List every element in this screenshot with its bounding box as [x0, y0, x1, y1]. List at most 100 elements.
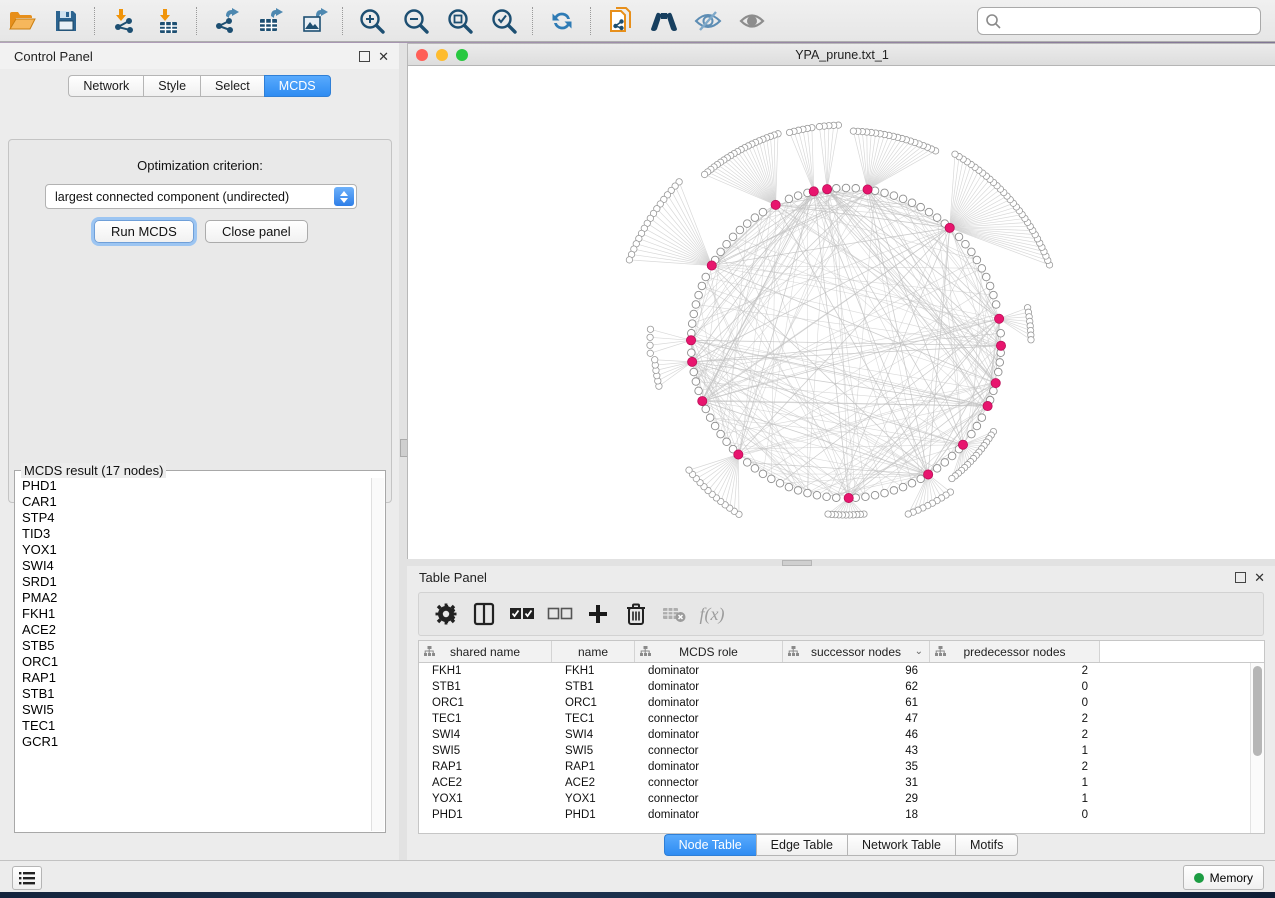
table-cell — [1100, 743, 1251, 759]
mcds-result-item[interactable]: CAR1 — [16, 494, 372, 510]
table-row[interactable]: STB1STB1dominator620 — [419, 679, 1251, 695]
mcds-result-item[interactable]: FKH1 — [16, 606, 372, 622]
tab-style[interactable]: Style — [143, 75, 200, 97]
tab-select[interactable]: Select — [200, 75, 264, 97]
add-column-icon[interactable] — [583, 599, 613, 629]
search-network-icon[interactable] — [649, 6, 679, 36]
table-cell: dominator — [635, 695, 783, 711]
mcds-list-scrollbar[interactable] — [371, 478, 384, 831]
table-cell: 2 — [930, 711, 1100, 727]
delete-column-trash-icon[interactable] — [621, 599, 651, 629]
mcds-result-item[interactable]: TID3 — [16, 526, 372, 542]
table-cell: connector — [635, 775, 783, 791]
show-all-eye-icon[interactable] — [737, 6, 767, 36]
table-cell: ORC1 — [552, 695, 635, 711]
mcds-result-item[interactable]: PMA2 — [16, 590, 372, 606]
column-header-successor-nodes[interactable]: successor nodes⌄ — [783, 641, 930, 662]
memory-button[interactable]: Memory — [1183, 865, 1264, 890]
table-cell — [1100, 679, 1251, 695]
export-image-icon[interactable] — [299, 6, 329, 36]
float-window-icon[interactable] — [359, 51, 370, 62]
mcds-result-item[interactable]: TEC1 — [16, 718, 372, 734]
zoom-selected-icon[interactable] — [489, 6, 519, 36]
cytoscape-app: Control Panel ✕ NetworkStyleSelectMCDS O… — [0, 0, 1275, 898]
table-row[interactable]: RAP1RAP1dominator352 — [419, 759, 1251, 775]
mcds-result-item[interactable]: STB1 — [16, 686, 372, 702]
column-header-shared-name[interactable]: shared name — [419, 641, 552, 662]
export-table-icon[interactable] — [255, 6, 285, 36]
table-scrollbar-thumb[interactable] — [1253, 666, 1262, 756]
close-panel-icon[interactable]: ✕ — [378, 50, 389, 63]
mcds-result-item[interactable]: ORC1 — [16, 654, 372, 670]
column-header-predecessor-nodes[interactable]: predecessor nodes — [930, 641, 1100, 662]
table-row[interactable]: ACE2ACE2connector311 — [419, 775, 1251, 791]
tab-network[interactable]: Network — [68, 75, 143, 97]
deselect-all-icon[interactable] — [545, 599, 575, 629]
refresh-icon[interactable] — [547, 6, 577, 36]
mcds-result-item[interactable]: GCR1 — [16, 734, 372, 750]
table-tab-edge-table[interactable]: Edge Table — [756, 834, 847, 856]
close-panel-button[interactable]: Close panel — [205, 220, 308, 243]
table-tab-motifs[interactable]: Motifs — [955, 834, 1018, 856]
network-window-titlebar[interactable]: YPA_prune.txt_1 — [408, 44, 1275, 66]
mcds-result-list[interactable]: PHD1CAR1STP4TID3YOX1SWI4SRD1PMA2FKH1ACE2… — [16, 478, 372, 831]
mcds-result-item[interactable]: ACE2 — [16, 622, 372, 638]
import-network-icon[interactable] — [109, 6, 139, 36]
table-cell: dominator — [635, 663, 783, 679]
save-icon[interactable] — [51, 6, 81, 36]
zoom-out-icon[interactable] — [401, 6, 431, 36]
mcds-result-item[interactable]: RAP1 — [16, 670, 372, 686]
close-panel-icon[interactable]: ✕ — [1254, 571, 1265, 584]
mcds-result-item[interactable]: SWI4 — [16, 558, 372, 574]
import-table-icon[interactable] — [153, 6, 183, 36]
table-panel: Table Panel ✕ — [407, 566, 1275, 860]
vertical-splitter[interactable] — [399, 43, 407, 860]
table-tab-node-table[interactable]: Node Table — [664, 834, 756, 856]
table-panel-title: Table Panel — [419, 570, 487, 585]
float-window-icon[interactable] — [1235, 572, 1246, 583]
table-row[interactable]: TEC1TEC1connector472 — [419, 711, 1251, 727]
mcds-result-item[interactable]: PHD1 — [16, 478, 372, 494]
function-builder-icon[interactable]: f(x) — [697, 599, 727, 629]
mcds-result-item[interactable]: STB5 — [16, 638, 372, 654]
column-layout-icon[interactable] — [469, 599, 499, 629]
optimization-select[interactable]: largest connected component (undirected) — [45, 184, 357, 209]
settings-gear-icon[interactable] — [431, 599, 461, 629]
column-header-MCDS-role[interactable]: MCDS role — [635, 641, 783, 662]
desktop-wallpaper-bottom — [0, 891, 1275, 898]
select-all-icon[interactable] — [507, 599, 537, 629]
table-row[interactable]: SWI5SWI5connector431 — [419, 743, 1251, 759]
horizontal-splitter[interactable] — [407, 559, 1275, 566]
mcds-result-item[interactable]: STP4 — [16, 510, 372, 526]
table-row[interactable]: ORC1ORC1dominator610 — [419, 695, 1251, 711]
show-panels-list-button[interactable] — [12, 866, 42, 890]
delete-table-icon[interactable] — [659, 599, 689, 629]
table-cell: 96 — [783, 663, 930, 679]
table-row[interactable]: YOX1YOX1connector291 — [419, 791, 1251, 807]
mcds-result-item[interactable]: SRD1 — [16, 574, 372, 590]
table-cell: FKH1 — [552, 663, 635, 679]
clone-network-icon[interactable] — [605, 6, 635, 36]
search-input[interactable] — [1004, 14, 1260, 28]
zoom-in-icon[interactable] — [357, 6, 387, 36]
table-cell: STB1 — [552, 679, 635, 695]
search-box[interactable] — [977, 7, 1261, 35]
mcds-result-item[interactable]: SWI5 — [16, 702, 372, 718]
table-cell: 2 — [930, 759, 1100, 775]
table-scrollbar[interactable] — [1250, 663, 1264, 833]
column-header-name[interactable]: name — [552, 641, 635, 662]
network-canvas[interactable] — [408, 66, 1274, 559]
hide-selected-eye-slash-icon[interactable] — [693, 6, 723, 36]
table-cell: TEC1 — [552, 711, 635, 727]
run-mcds-button[interactable]: Run MCDS — [94, 220, 194, 243]
tab-mcds[interactable]: MCDS — [264, 75, 331, 97]
table-row[interactable]: SWI4SWI4dominator462 — [419, 727, 1251, 743]
table-row[interactable]: PHD1PHD1dominator180 — [419, 807, 1251, 823]
table-cell: SWI5 — [419, 743, 552, 759]
mcds-result-item[interactable]: YOX1 — [16, 542, 372, 558]
export-network-icon[interactable] — [211, 6, 241, 36]
open-folder-icon[interactable] — [7, 6, 37, 36]
table-tab-network-table[interactable]: Network Table — [847, 834, 955, 856]
table-row[interactable]: FKH1FKH1dominator962 — [419, 663, 1251, 679]
zoom-fit-icon[interactable] — [445, 6, 475, 36]
